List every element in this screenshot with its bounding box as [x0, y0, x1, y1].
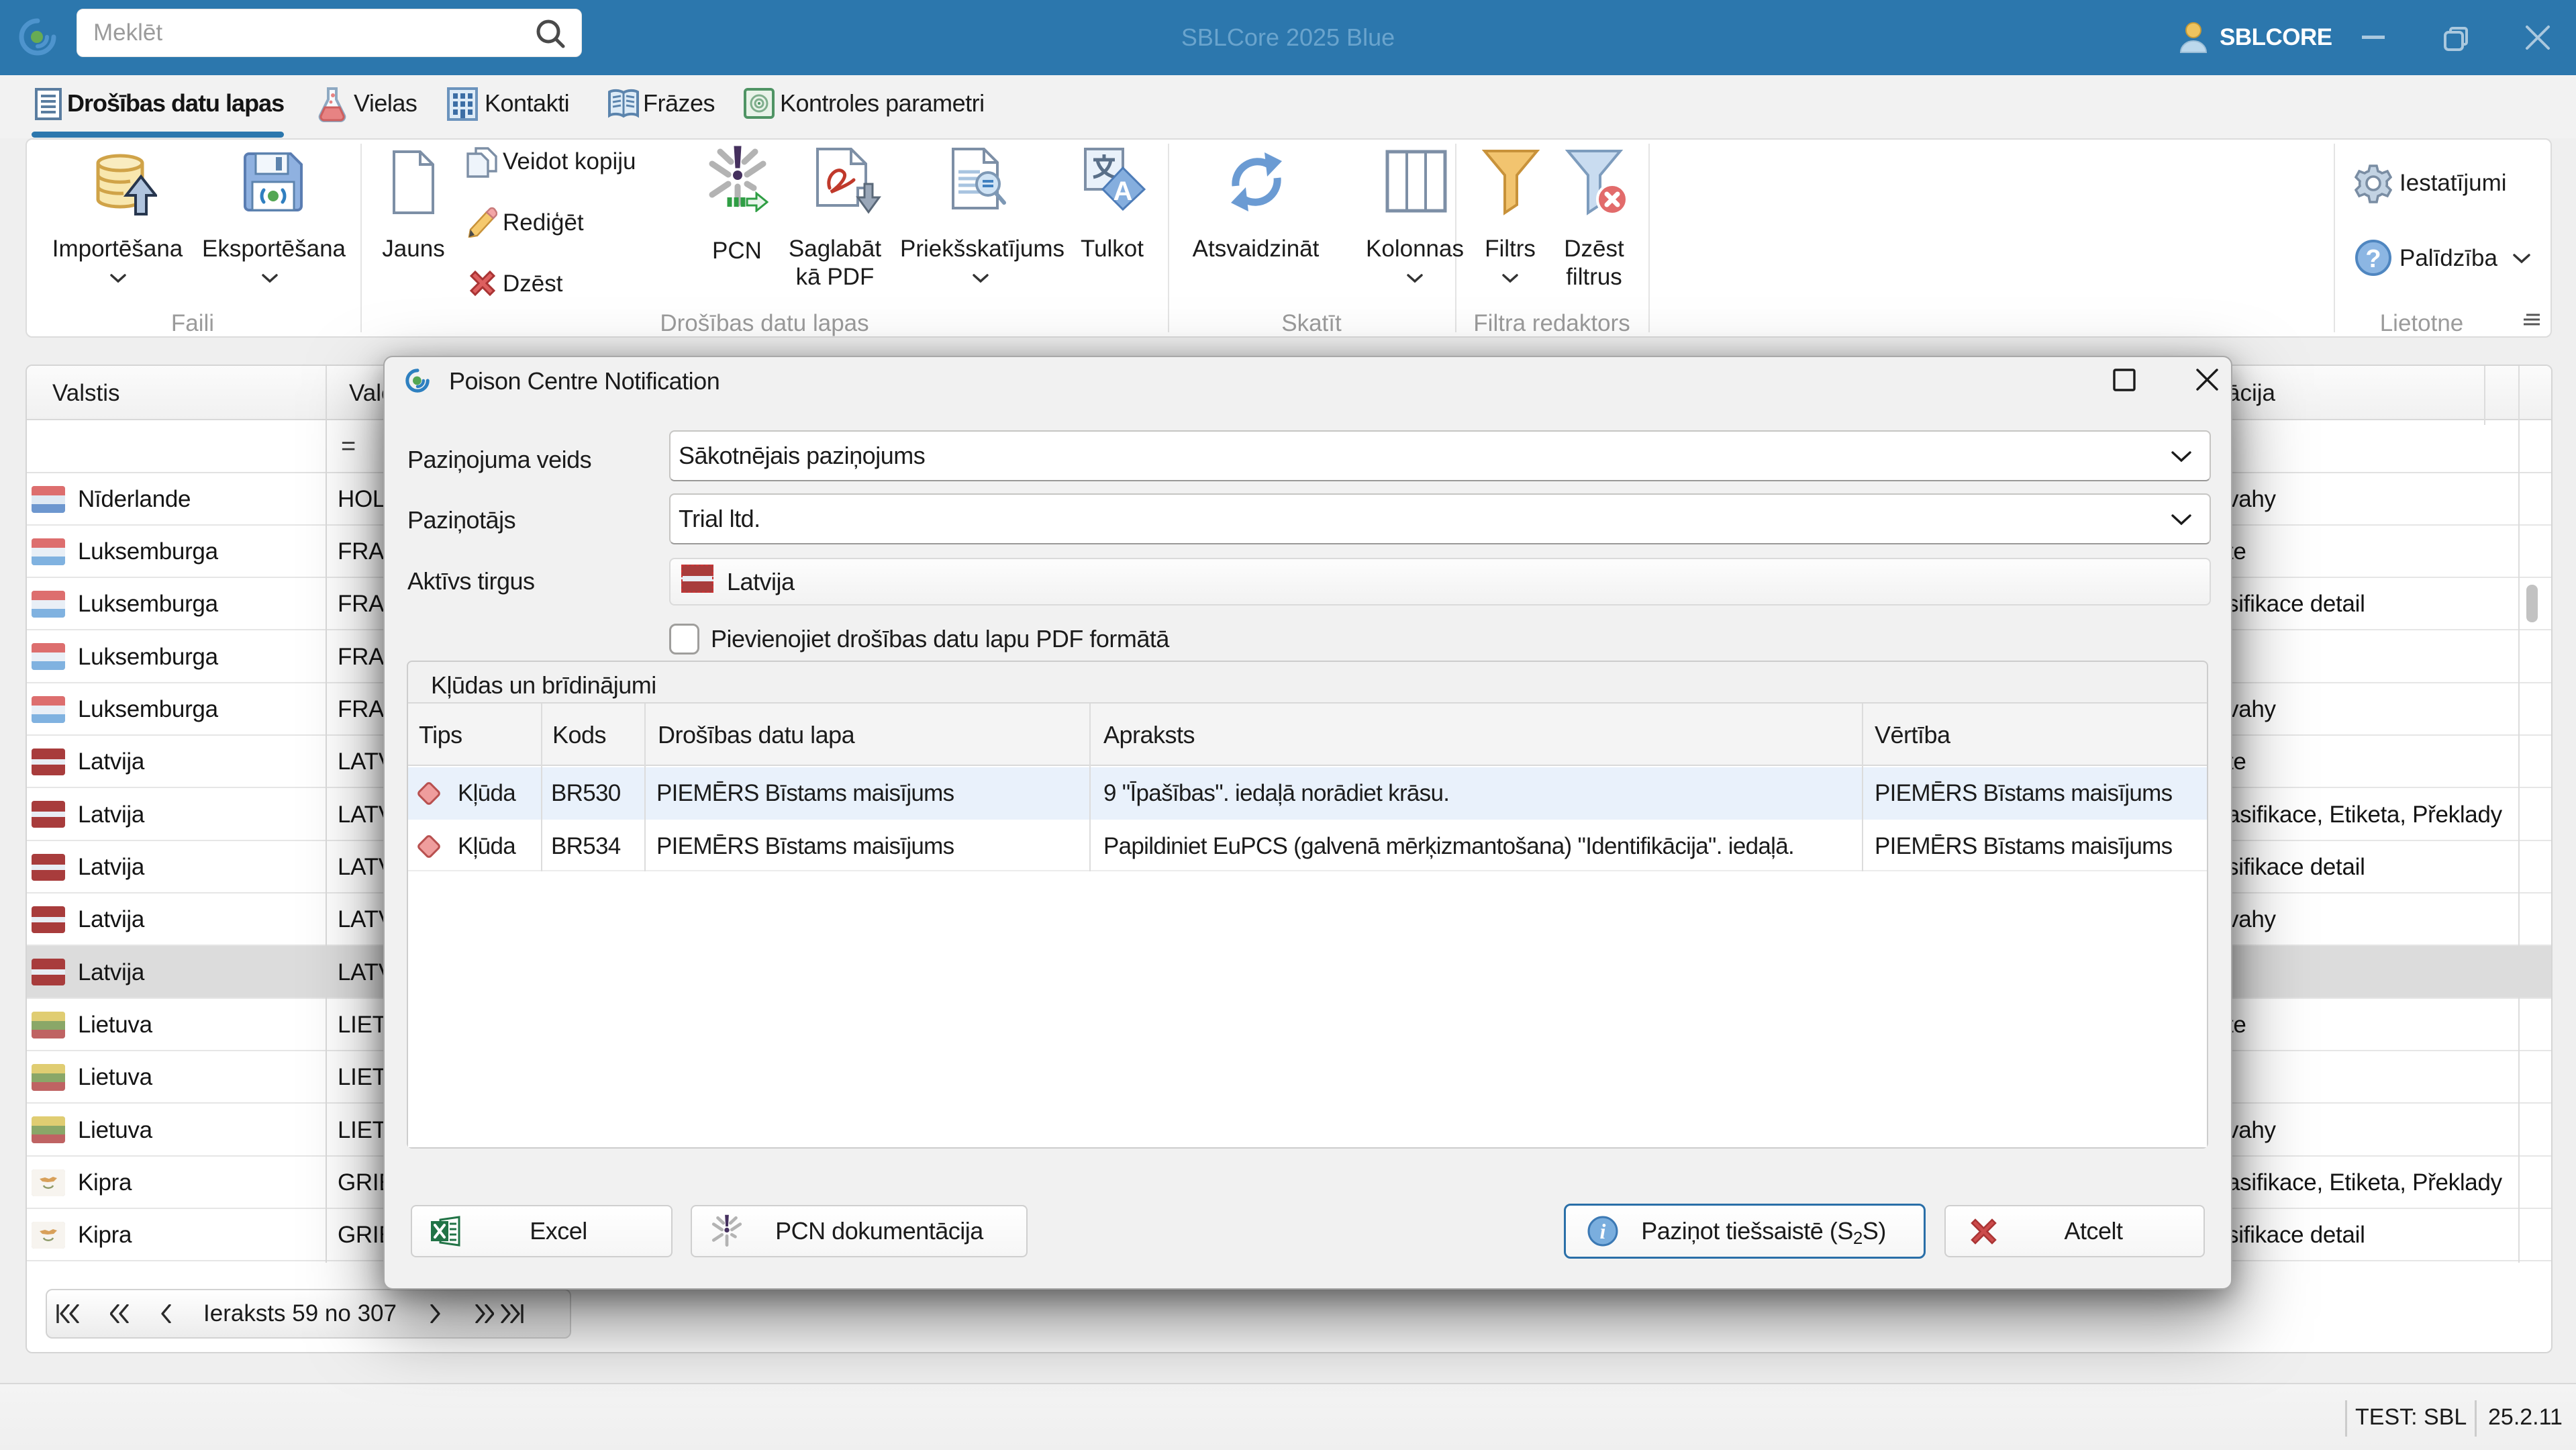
svg-text:?: ?: [2365, 245, 2381, 273]
svg-text:A: A: [1113, 177, 1133, 206]
